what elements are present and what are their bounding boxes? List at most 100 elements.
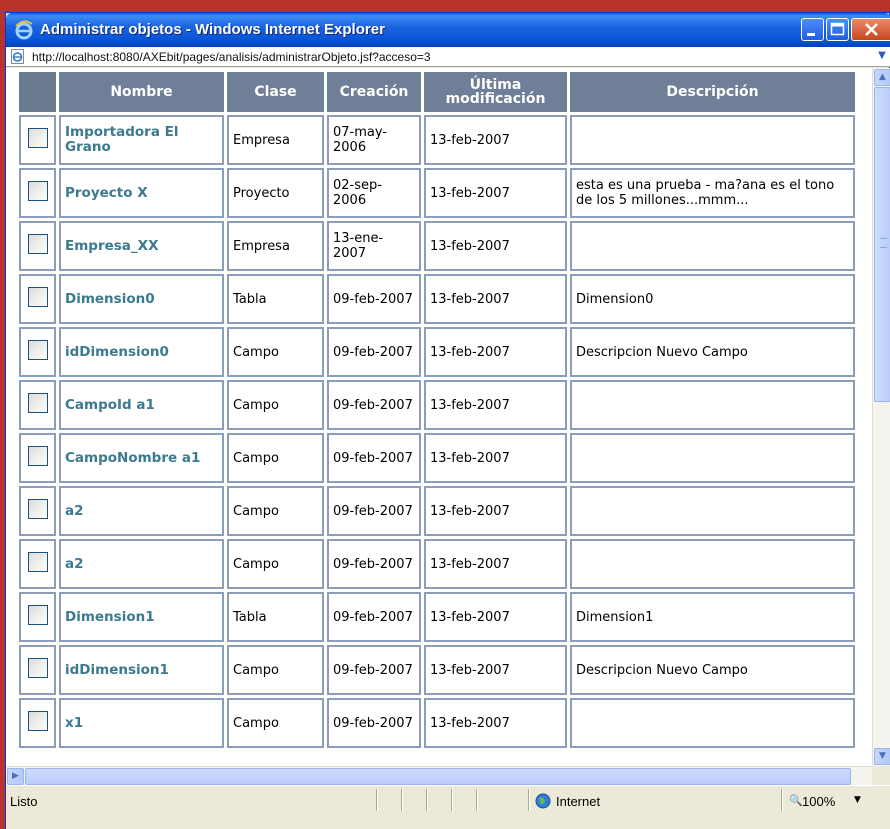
row-checkbox[interactable] [27, 499, 48, 519]
row-checkbox[interactable] [27, 234, 48, 254]
page-content: Nombre Clase Creación Última modificació… [6, 68, 872, 766]
table-row: Dimension0 Tabla 09-feb-2007 13-feb-2007 Dim… [19, 274, 855, 324]
row-checkbox[interactable] [27, 128, 48, 148]
cell-descripcion [570, 115, 855, 165]
row-checkbox[interactable] [27, 711, 48, 731]
cell-creacion: 13-ene-2007 [327, 221, 421, 271]
horizontal-scroll-thumb[interactable] [25, 768, 851, 785]
cell-creacion: 09-feb-2007 [327, 274, 421, 324]
horizontal-scrollbar[interactable]: ◀ ▶ [6, 766, 872, 785]
cell-nombre[interactable]: a2 [59, 539, 224, 589]
row-select-cell [19, 645, 56, 695]
cell-creacion: 02-sep-2006 [327, 168, 421, 218]
row-select-cell [19, 592, 56, 642]
cell-nombre[interactable]: Dimension0 [59, 274, 224, 324]
row-checkbox[interactable] [27, 446, 48, 466]
chevron-down-icon[interactable]: ▼ [854, 795, 861, 805]
vertical-scroll-thumb[interactable] [874, 87, 890, 402]
row-select-cell [19, 433, 56, 483]
address-url[interactable]: http://localhost:8080/AXEbit/pages/anali… [32, 50, 431, 64]
status-separator [781, 789, 783, 811]
cell-creacion: 09-feb-2007 [327, 327, 421, 377]
cell-modificacion: 13-feb-2007 [424, 221, 567, 271]
cell-nombre[interactable]: Dimension1 [59, 592, 224, 642]
cell-nombre[interactable]: CampoId a1 [59, 380, 224, 430]
cell-descripcion [570, 486, 855, 536]
status-text: Listo [10, 794, 38, 809]
cell-modificacion: 13-feb-2007 [424, 274, 567, 324]
cell-clase: Campo [227, 486, 324, 536]
minimize-button[interactable] [801, 18, 824, 41]
security-zone[interactable]: Internet [556, 794, 600, 809]
cell-modificacion: 13-feb-2007 [424, 592, 567, 642]
cell-nombre[interactable]: CampoNombre a1 [59, 433, 224, 483]
address-bar[interactable]: http://localhost:8080/AXEbit/pages/anali… [6, 47, 890, 67]
scroll-up-arrow-icon[interactable]: ▲ [874, 69, 890, 86]
header-descripcion[interactable]: Descripción [570, 72, 855, 112]
row-checkbox[interactable] [27, 658, 48, 678]
maximize-button[interactable] [826, 18, 849, 41]
cell-descripcion: Descripcion Nuevo Campo [570, 645, 855, 695]
scroll-down-arrow-icon[interactable]: ▼ [874, 748, 890, 765]
cell-nombre[interactable]: idDimension0 [59, 327, 224, 377]
status-separator [376, 789, 378, 811]
row-checkbox[interactable] [27, 340, 48, 360]
table-row: x1 Campo 09-feb-2007 13-feb-2007 [19, 698, 855, 748]
table-header-row: Nombre Clase Creación Última modificació… [19, 72, 855, 112]
cell-creacion: 07-may-2006 [327, 115, 421, 165]
close-button[interactable] [851, 18, 890, 41]
cell-descripcion [570, 539, 855, 589]
vertical-scrollbar[interactable]: ▲ ▼ [872, 68, 890, 766]
cell-nombre[interactable]: idDimension1 [59, 645, 224, 695]
cell-nombre[interactable]: a2 [59, 486, 224, 536]
cell-descripcion [570, 380, 855, 430]
row-checkbox[interactable] [27, 605, 48, 625]
cell-clase: Campo [227, 433, 324, 483]
row-select-cell [19, 274, 56, 324]
cell-nombre[interactable]: Importadora El Grano [59, 115, 224, 165]
minimize-icon [807, 33, 815, 36]
cell-nombre[interactable]: Empresa_XX [59, 221, 224, 271]
table-row: idDimension1 Campo 09-feb-2007 13-feb-2007 D… [19, 645, 855, 695]
table-body: Importadora El Grano Empresa 07-may-2006 13… [19, 115, 855, 748]
row-checkbox[interactable] [27, 181, 48, 201]
header-creacion[interactable]: Creación [327, 72, 421, 112]
status-separator [528, 789, 530, 811]
cell-descripcion: Descripcion Nuevo Campo [570, 327, 855, 377]
grip-icon [880, 238, 887, 248]
cell-creacion: 09-feb-2007 [327, 486, 421, 536]
title-bar[interactable]: Administrar objetos - Windows Internet E… [6, 13, 890, 47]
status-separator [401, 789, 403, 811]
cell-clase: Campo [227, 327, 324, 377]
cell-clase: Proyecto [227, 168, 324, 218]
header-nombre[interactable]: Nombre [59, 72, 224, 112]
close-icon [865, 23, 878, 36]
cell-clase: Campo [227, 698, 324, 748]
cell-nombre[interactable]: Proyecto X [59, 168, 224, 218]
zoom-icon[interactable]: 🔍 [789, 794, 803, 807]
header-select [19, 72, 56, 112]
cell-descripcion [570, 698, 855, 748]
status-separator [476, 789, 478, 811]
cell-clase: Campo [227, 539, 324, 589]
objects-table: Nombre Clase Creación Última modificació… [16, 69, 858, 751]
header-clase[interactable]: Clase [227, 72, 324, 112]
row-checkbox[interactable] [27, 552, 48, 572]
row-select-cell [19, 380, 56, 430]
scroll-right-arrow-icon[interactable]: ▶ [7, 768, 24, 785]
row-checkbox[interactable] [27, 393, 48, 413]
table-row: Dimension1 Tabla 09-feb-2007 13-feb-2007 Dim… [19, 592, 855, 642]
browser-window: Administrar objetos - Windows Internet E… [5, 12, 890, 829]
status-separator [426, 789, 428, 811]
cell-modificacion: 13-feb-2007 [424, 115, 567, 165]
table-row: a2 Campo 09-feb-2007 13-feb-2007 [19, 539, 855, 589]
cell-creacion: 09-feb-2007 [327, 592, 421, 642]
cell-nombre[interactable]: x1 [59, 698, 224, 748]
header-ultima-modificacion[interactable]: Última modificación [424, 72, 567, 112]
table-row: CampoNombre a1 Campo 09-feb-2007 13-feb-200… [19, 433, 855, 483]
chevron-down-icon[interactable]: ▼ [875, 48, 889, 64]
page-icon [11, 49, 24, 64]
row-checkbox[interactable] [27, 287, 48, 307]
cell-clase: Campo [227, 645, 324, 695]
zoom-level[interactable]: 100% [802, 794, 835, 809]
